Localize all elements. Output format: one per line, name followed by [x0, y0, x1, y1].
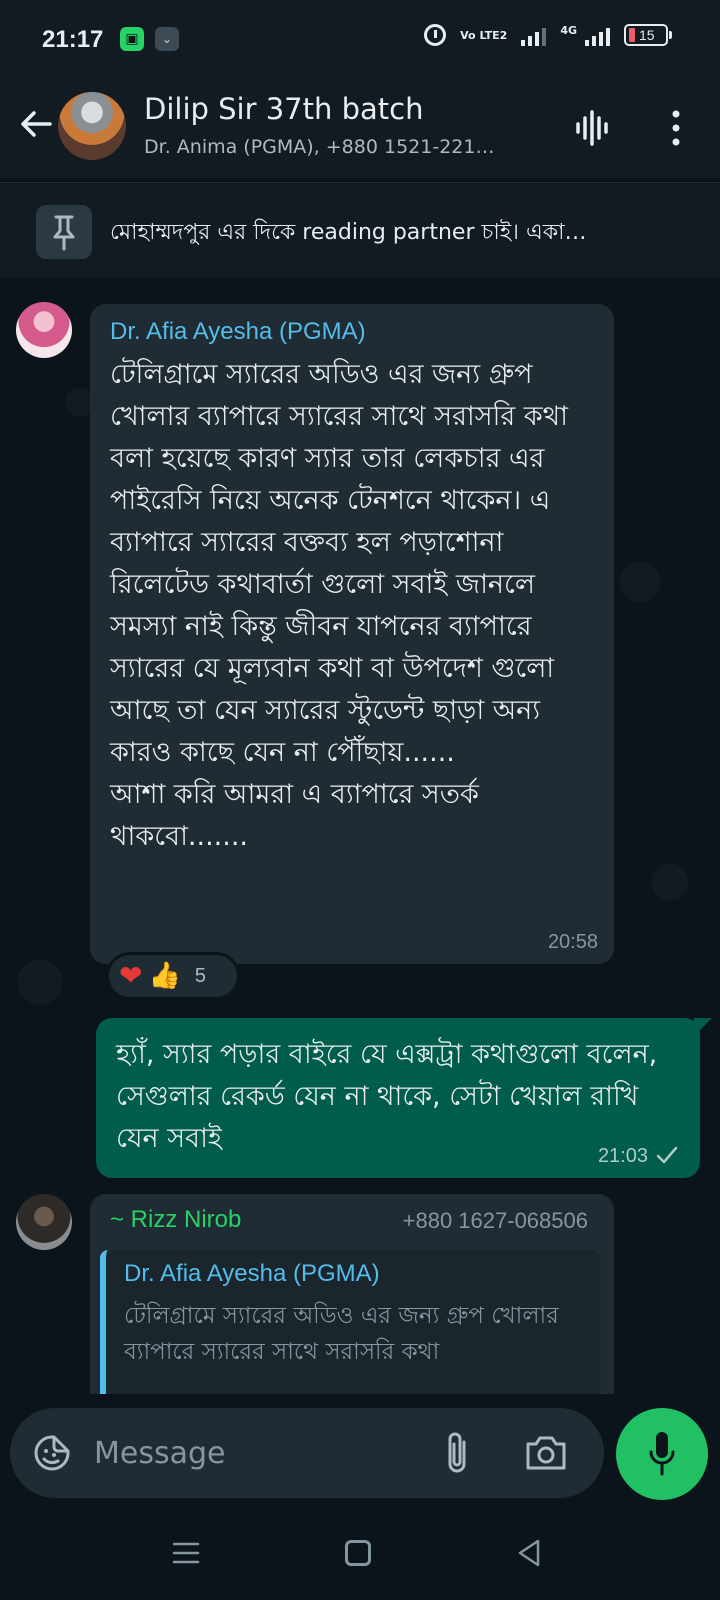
voice-record-button[interactable]	[616, 1408, 708, 1500]
message-text: হ্যাঁ, স্যার পড়ার বাইরে যে এক্সট্রা কথা…	[116, 1039, 658, 1154]
composer-bar	[0, 1394, 720, 1512]
battery-level: 15	[639, 27, 655, 43]
group-title[interactable]: Dilip Sir 37th batch	[144, 92, 423, 126]
sender-phone: +880 1627-068506	[402, 1208, 588, 1233]
bubble-tail	[694, 1018, 712, 1036]
battery-icon: 15	[624, 24, 672, 46]
incoming-message[interactable]: ~ Rizz Nirob +880 1627-068506 Dr. Afia A…	[90, 1194, 614, 1394]
sender-avatar[interactable]	[16, 1194, 72, 1250]
outgoing-message[interactable]: হ্যাঁ, স্যার পড়ার বাইরে যে এক্সট্রা কথা…	[96, 1018, 700, 1178]
more-vertical-icon[interactable]	[664, 108, 688, 148]
message-sender[interactable]: ~ Rizz Nirob	[110, 1206, 241, 1234]
status-bar: 21:17 ▣ ⌄ Vo LTE2 4G 15	[0, 0, 720, 78]
network-type: 4G	[560, 24, 577, 37]
home-icon[interactable]	[345, 1540, 371, 1566]
incoming-message[interactable]: Dr. Afia Ayesha (PGMA) টেলিগ্রামে স্যারে…	[90, 304, 614, 964]
quoted-sender: Dr. Afia Ayesha (PGMA)	[124, 1260, 380, 1287]
attach-icon[interactable]	[442, 1430, 472, 1476]
group-avatar[interactable]	[58, 92, 126, 160]
nav-back-icon[interactable]	[516, 1538, 542, 1568]
alarm-icon	[424, 24, 447, 46]
sender-avatar[interactable]	[16, 302, 72, 358]
volte-label: Vo LTE2	[460, 28, 508, 42]
message-sender[interactable]: Dr. Afia Ayesha (PGMA)	[110, 318, 366, 346]
message-input[interactable]	[94, 1426, 414, 1480]
pinned-message-bar[interactable]: মোহাম্মদপুর এর দিকে reading partner চাই।…	[0, 182, 720, 278]
quoted-text: টেলিগ্রামে স্যারের অডিও এর জন্য গ্রুপ খো…	[124, 1303, 559, 1365]
signal-1-icon	[521, 24, 547, 46]
message-text: টেলিগ্রামে স্যারের অডিও এর জন্য গ্রুপ খো…	[110, 359, 568, 852]
recent-apps-icon[interactable]	[172, 1540, 200, 1566]
reaction-count: 5	[194, 964, 206, 987]
camera-icon[interactable]	[524, 1432, 568, 1472]
system-nav-bar	[0, 1512, 720, 1600]
notification-dropdown-icon: ⌄	[155, 27, 179, 51]
pinned-message-text: মোহাম্মদপুর এর দিকে reading partner চাই।…	[110, 220, 587, 245]
pin-icon	[36, 205, 92, 259]
group-members[interactable]: Dr. Anima (PGMA), +880 1521-221…	[144, 136, 544, 158]
sticker-icon[interactable]	[32, 1433, 72, 1473]
back-arrow-icon[interactable]	[16, 104, 56, 144]
heart-reaction-icon: ❤	[119, 959, 143, 992]
message-reactions[interactable]: ❤ 👍 5	[106, 952, 240, 1000]
status-icons: Vo LTE2 4G 15	[424, 24, 672, 46]
thumbs-up-reaction-icon: 👍	[148, 961, 181, 991]
message-time: 20:58	[547, 931, 598, 953]
chat-header: Dilip Sir 37th batch Dr. Anima (PGMA), +…	[0, 78, 720, 178]
quoted-reply[interactable]: Dr. Afia Ayesha (PGMA) টেলিগ্রামে স্যারে…	[100, 1250, 600, 1394]
composer	[10, 1408, 604, 1498]
sent-check-icon	[656, 1146, 678, 1164]
mic-icon	[649, 1432, 675, 1476]
chat-area[interactable]: Dr. Afia Ayesha (PGMA) টেলিগ্রামে স্যারে…	[0, 282, 720, 1394]
notification-app-icon: ▣	[120, 27, 144, 51]
message-time: 21:03	[597, 1145, 648, 1167]
signal-2-icon	[585, 24, 610, 46]
status-time: 21:17	[42, 26, 104, 53]
voice-chat-icon[interactable]	[572, 108, 612, 148]
